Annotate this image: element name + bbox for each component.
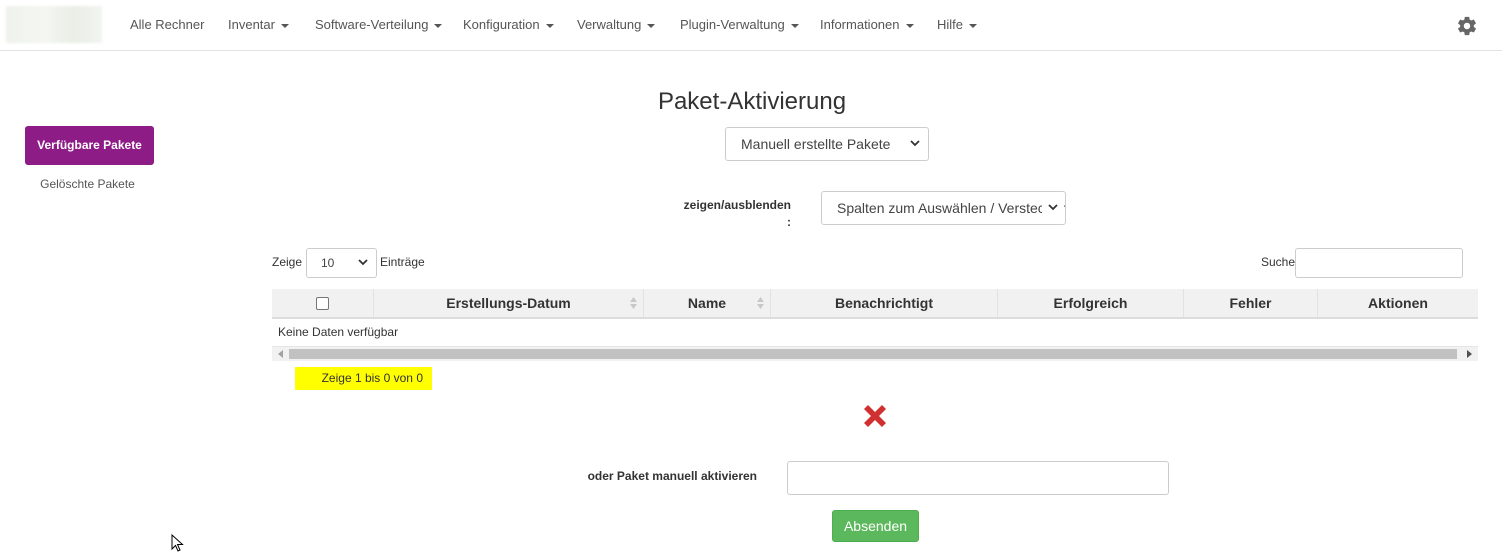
package-type-select-value: Manuell erstellte Pakete bbox=[741, 136, 891, 152]
column-header-label: Erfolgreich bbox=[1053, 295, 1128, 311]
table-header: Erstellungs-Datum Name Benachrichtigt Er… bbox=[272, 289, 1478, 319]
select-all-checkbox[interactable] bbox=[316, 296, 329, 310]
page-title: Paket-Aktivierung bbox=[657, 88, 847, 115]
nav-item-informationen[interactable]: Informationen bbox=[820, 17, 914, 32]
columns-toggle-label-colon: : bbox=[787, 215, 791, 229]
sidebar-item-label: Gelöschte Pakete bbox=[40, 177, 135, 191]
search-input[interactable] bbox=[1295, 248, 1463, 278]
select-all-header bbox=[272, 289, 374, 317]
caret-down-icon bbox=[905, 23, 914, 28]
column-header-label: Benachrichtigt bbox=[834, 295, 933, 311]
column-header-fehler: Fehler bbox=[1184, 289, 1318, 317]
scroll-right-arrow-icon[interactable] bbox=[1467, 350, 1472, 358]
caret-down-icon bbox=[790, 23, 799, 28]
nav-item-konfiguration[interactable]: Konfiguration bbox=[463, 17, 554, 32]
nav-item-alle-rechner[interactable]: Alle Rechner bbox=[130, 17, 204, 32]
length-prefix: Zeige bbox=[272, 255, 303, 269]
nav-item-inventar[interactable]: Inventar bbox=[228, 17, 289, 32]
nav-item-label: Hilfe bbox=[937, 17, 964, 32]
column-header-label: Erstellungs-Datum bbox=[446, 295, 571, 311]
nav-item-verwaltung[interactable]: Verwaltung bbox=[577, 17, 656, 32]
table-empty-row: Keine Daten verfügbar bbox=[272, 320, 1478, 347]
manual-activate-label-text: oder Paket manuell aktivieren bbox=[587, 469, 757, 483]
columns-select[interactable]: Spalten zum Auswählen / Verstecken bbox=[821, 191, 1066, 225]
package-type-select[interactable]: Manuell erstellte Pakete bbox=[725, 127, 929, 161]
nav-item-label: Konfiguration bbox=[463, 17, 540, 32]
sort-icon bbox=[630, 297, 637, 309]
manual-package-input[interactable] bbox=[787, 461, 1169, 495]
nav-item-hilfe[interactable]: Hilfe bbox=[937, 17, 978, 32]
nav-item-label: Informationen bbox=[820, 17, 900, 32]
caret-down-icon bbox=[545, 23, 554, 28]
caret-down-icon bbox=[969, 23, 978, 28]
sidebar-item-label: Verfügbare Pakete bbox=[37, 138, 142, 152]
mouse-cursor-icon bbox=[171, 533, 185, 552]
horizontal-scrollbar[interactable] bbox=[272, 347, 1478, 361]
columns-select-value: Spalten zum Auswählen / Verstecken bbox=[837, 200, 1066, 216]
scroll-left-arrow-icon[interactable] bbox=[278, 350, 283, 358]
column-header-aktionen: Aktionen bbox=[1318, 289, 1478, 317]
column-header-benachrichtigt: Benachrichtigt bbox=[771, 289, 998, 317]
page-length-select[interactable]: 10 bbox=[306, 248, 377, 278]
chevron-down-icon bbox=[358, 249, 370, 277]
nav-item-plugin-verwaltung[interactable]: Plugin-Verwaltung bbox=[680, 17, 799, 32]
chevron-down-icon bbox=[1042, 192, 1064, 224]
table-empty-text: Keine Daten verfügbar bbox=[278, 325, 399, 339]
sidebar-item-geloeschte-pakete[interactable]: Gelöschte Pakete bbox=[25, 177, 150, 191]
column-header-name[interactable]: Name bbox=[644, 289, 771, 317]
table-info: Zeige 1 bis 0 von 0 bbox=[295, 367, 432, 390]
nav-item-label: Verwaltung bbox=[577, 17, 642, 32]
nav-item-label: Inventar bbox=[228, 17, 275, 32]
nav-item-software-verteilung[interactable]: Software-Verteilung bbox=[315, 17, 443, 32]
submit-button-label: Absenden bbox=[843, 518, 908, 534]
caret-down-icon bbox=[280, 23, 289, 28]
x-icon bbox=[860, 401, 890, 431]
column-header-label: Fehler bbox=[1229, 295, 1272, 311]
columns-toggle-label-text: zeigen/ausblenden bbox=[683, 198, 791, 212]
submit-button[interactable]: Absenden bbox=[832, 510, 919, 542]
nav-item-label: Alle Rechner bbox=[130, 17, 205, 32]
manual-activate-label: oder Paket manuell aktivieren bbox=[560, 469, 757, 483]
column-header-erstellungs-datum[interactable]: Erstellungs-Datum bbox=[374, 289, 644, 317]
page-length-value: 10 bbox=[321, 256, 335, 270]
column-header-label: Aktionen bbox=[1368, 295, 1428, 311]
columns-toggle-label: zeigen/ausblenden : bbox=[640, 198, 791, 229]
column-header-erfolgreich: Erfolgreich bbox=[998, 289, 1184, 317]
top-navbar: Alle Rechner Inventar Software-Verteilun… bbox=[0, 0, 1502, 51]
chevron-down-icon bbox=[910, 128, 922, 160]
scrollbar-thumb[interactable] bbox=[289, 349, 1457, 359]
column-header-label: Name bbox=[687, 295, 727, 311]
caret-down-icon bbox=[647, 23, 656, 28]
search-label: Suche bbox=[1261, 255, 1296, 269]
nav-item-label: Software-Verteilung bbox=[315, 17, 429, 32]
sort-icon bbox=[757, 297, 764, 309]
sidebar-item-verfuegbare-pakete[interactable]: Verfügbare Pakete bbox=[25, 126, 154, 165]
nav-item-label: Plugin-Verwaltung bbox=[680, 17, 785, 32]
length-suffix: Einträge bbox=[380, 255, 425, 269]
caret-down-icon bbox=[434, 23, 443, 28]
table-info-text: Zeige 1 bis 0 von 0 bbox=[321, 371, 423, 385]
gear-icon[interactable] bbox=[1456, 15, 1478, 37]
logo[interactable] bbox=[6, 6, 102, 43]
